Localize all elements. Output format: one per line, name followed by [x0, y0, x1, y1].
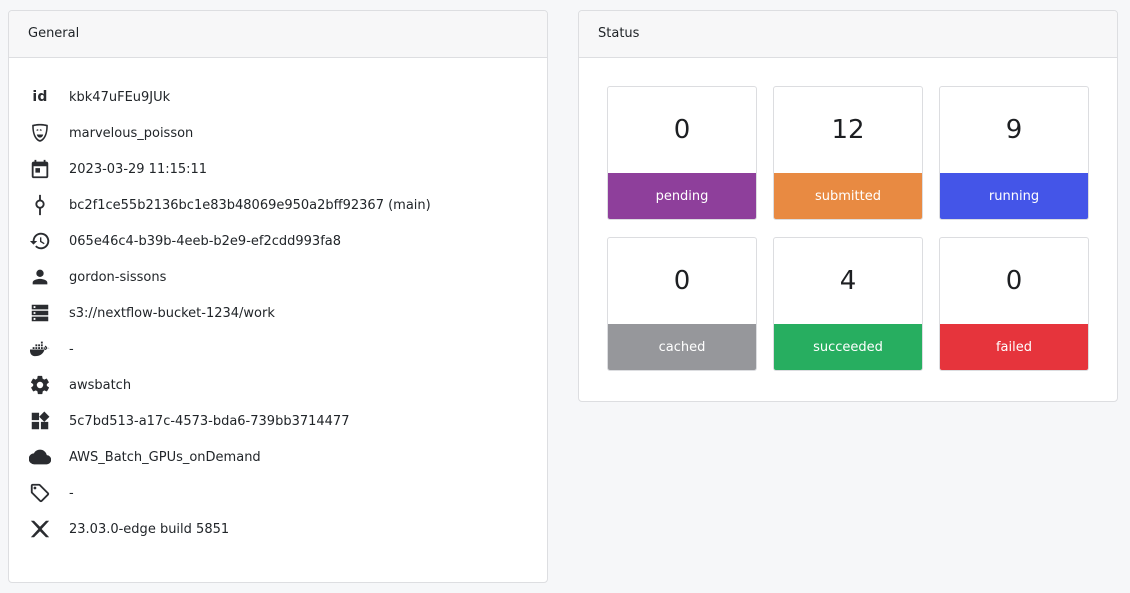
info-row-labels: - [27, 475, 537, 511]
calendar-icon [27, 156, 53, 182]
info-row-container: - [27, 331, 537, 367]
nextflow-icon [27, 516, 53, 542]
run-name-value: marvelous_poisson [69, 125, 194, 141]
cloud-icon [27, 444, 53, 470]
compute-env-value: AWS_Batch_GPUs_onDemand [69, 449, 261, 465]
status-card-title: Status [579, 11, 1117, 58]
general-info-list: id kbk47uFEu9JUk marvelous_poisson 2023-… [27, 79, 537, 547]
nextflow-version-value: 23.03.0-edge build 5851 [69, 521, 230, 537]
executor-value: awsbatch [69, 377, 132, 393]
info-row-nextflow-version: 23.03.0-edge build 5851 [27, 511, 537, 547]
status-card: Status 0 pending 12 submitted 9 running … [578, 10, 1118, 402]
info-row-session: 065e46c4-b39b-4eeb-b2e9-ef2cdd993fa8 [27, 223, 537, 259]
failed-label: failed [940, 324, 1088, 370]
container-value: - [69, 341, 74, 357]
user-icon [27, 264, 53, 290]
info-row-date: 2023-03-29 11:15:11 [27, 151, 537, 187]
general-card-title: General [9, 11, 547, 58]
history-icon [27, 228, 53, 254]
commit-icon [27, 192, 53, 218]
status-tile-failed: 0 failed [939, 237, 1089, 371]
info-row-user: gordon-sissons [27, 259, 537, 295]
info-row-id: id kbk47uFEu9JUk [27, 79, 537, 115]
submitted-count: 12 [831, 115, 865, 145]
start-date-value: 2023-03-29 11:15:11 [69, 161, 208, 177]
status-tile-pending: 0 pending [607, 86, 757, 220]
tags-icon [27, 480, 53, 506]
pending-count: 0 [673, 115, 691, 145]
labels-value: - [69, 485, 74, 501]
info-row-compute-env-id: 5c7bd513-a17c-4573-bda6-739bb3714477 [27, 403, 537, 439]
succeeded-label: succeeded [774, 324, 922, 370]
info-row-commit: bc2f1ce55b2136bc1e83b48069e950a2bff92367… [27, 187, 537, 223]
general-card: General id kbk47uFEu9JUk marvelous_poiss… [8, 10, 548, 583]
status-tile-cached: 0 cached [607, 237, 757, 371]
info-row-executor: awsbatch [27, 367, 537, 403]
succeeded-count: 4 [839, 266, 857, 296]
widgets-icon [27, 408, 53, 434]
submitted-label: submitted [774, 173, 922, 219]
work-dir-value: s3://nextflow-bucket-1234/work [69, 305, 275, 321]
user-value: gordon-sissons [69, 269, 167, 285]
compute-env-id-value: 5c7bd513-a17c-4573-bda6-739bb3714477 [69, 413, 350, 429]
status-tile-running: 9 running [939, 86, 1089, 220]
id-icon: id [32, 89, 48, 105]
mask-icon [27, 120, 53, 146]
cached-label: cached [608, 324, 756, 370]
cached-count: 0 [673, 266, 691, 296]
session-id-value: 065e46c4-b39b-4eeb-b2e9-ef2cdd993fa8 [69, 233, 342, 249]
info-row-compute-env: AWS_Batch_GPUs_onDemand [27, 439, 537, 475]
status-tile-submitted: 12 submitted [773, 86, 923, 220]
server-icon [27, 300, 53, 326]
commit-value: bc2f1ce55b2136bc1e83b48069e950a2bff92367… [69, 197, 431, 213]
info-row-run-name: marvelous_poisson [27, 115, 537, 151]
pending-label: pending [608, 173, 756, 219]
running-label: running [940, 173, 1088, 219]
failed-count: 0 [1005, 266, 1023, 296]
gear-icon [27, 372, 53, 398]
status-tile-succeeded: 4 succeeded [773, 237, 923, 371]
docker-icon [27, 336, 53, 362]
running-count: 9 [1005, 115, 1023, 145]
workflow-id-value: kbk47uFEu9JUk [69, 89, 171, 105]
info-row-workdir: s3://nextflow-bucket-1234/work [27, 295, 537, 331]
